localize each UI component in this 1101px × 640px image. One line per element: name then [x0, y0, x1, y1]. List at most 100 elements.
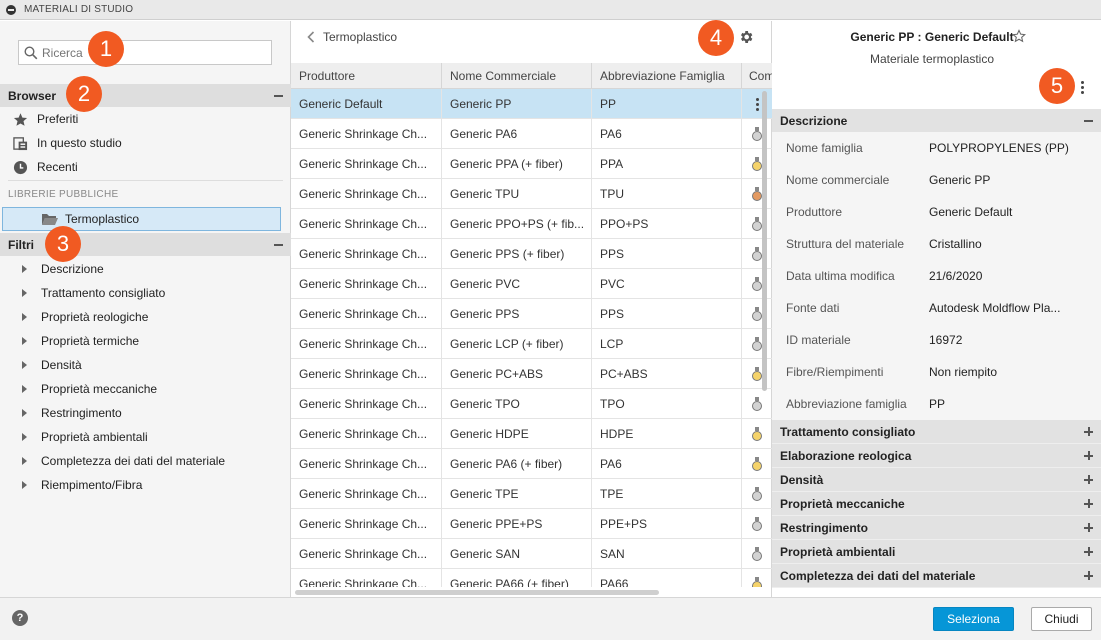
table-row[interactable]: Generic Shrinkage Ch... Generic TPO TPO [291, 389, 772, 419]
property-row: Nome commerciale Generic PP [772, 164, 1101, 196]
cell-produttore: Generic Shrinkage Ch... [291, 149, 442, 179]
favorite-star-icon[interactable] [1011, 29, 1027, 46]
expand-plus-icon[interactable] [1084, 571, 1093, 580]
table-row[interactable]: Generic Shrinkage Ch... Generic HDPE HDPE [291, 419, 772, 449]
browser-item-favorites[interactable]: Preferiti [12, 107, 78, 131]
left-panel: Browser Preferiti In questo studio Recen… [0, 21, 291, 597]
expand-plus-icon[interactable] [1084, 475, 1093, 484]
table-row[interactable]: Generic Shrinkage Ch... Generic SAN SAN [291, 539, 772, 569]
horizontal-scrollbar[interactable] [295, 590, 659, 595]
collapse-icon[interactable] [6, 4, 16, 15]
property-key: Struttura del materiale [786, 237, 905, 251]
filter-item[interactable]: Riempimento/Fibra [0, 473, 291, 497]
expand-plus-icon[interactable] [1084, 427, 1093, 436]
expand-arrow-icon[interactable] [22, 385, 27, 393]
cell-nome-commerciale: Generic PVC [442, 269, 592, 299]
expand-arrow-icon[interactable] [22, 289, 27, 297]
property-row: Abbreviazione famiglia PP [772, 388, 1101, 420]
gear-icon[interactable] [738, 29, 754, 48]
filter-item[interactable]: Proprietà meccaniche [0, 377, 291, 401]
column-header-completezza[interactable]: Com [742, 63, 772, 89]
help-icon[interactable]: ? [12, 610, 28, 626]
table-row[interactable]: Generic Shrinkage Ch... Generic PA66 (+ f… [291, 569, 772, 587]
more-options-icon[interactable] [1081, 81, 1084, 94]
table-row[interactable]: Generic Shrinkage Ch... Generic PVC PVC [291, 269, 772, 299]
filter-item[interactable]: Proprietà termiche [0, 329, 291, 353]
table-row[interactable]: Generic Shrinkage Ch... Generic LCP (+ fi… [291, 329, 772, 359]
column-header-produttore[interactable]: Produttore [291, 63, 442, 89]
browser-item-in-study[interactable]: In questo studio [12, 131, 122, 155]
expand-arrow-icon[interactable] [22, 433, 27, 441]
table-row[interactable]: Generic Shrinkage Ch... Generic TPE TPE [291, 479, 772, 509]
filter-item[interactable]: Completezza dei dati del materiale [0, 449, 291, 473]
expand-arrow-icon[interactable] [22, 361, 27, 369]
filter-label: Restringimento [41, 406, 122, 420]
browser-item-recent[interactable]: Recenti [12, 155, 78, 179]
table-row[interactable]: Generic Shrinkage Ch... Generic TPU TPU [291, 179, 772, 209]
search-input[interactable] [42, 45, 242, 60]
table-row[interactable]: Generic Shrinkage Ch... Generic PPA (+ fi… [291, 149, 772, 179]
search-box[interactable] [18, 40, 272, 65]
breadcrumb[interactable]: Termoplastico [307, 30, 397, 44]
cell-nome-commerciale: Generic PA6 [442, 119, 592, 149]
table-row[interactable]: Generic Shrinkage Ch... Generic PA6 PA6 [291, 119, 772, 149]
section-header-elaborazione[interactable]: Elaborazione reologica [772, 444, 1101, 468]
close-button[interactable]: Chiudi [1031, 607, 1092, 631]
expand-arrow-icon[interactable] [22, 409, 27, 417]
section-header-ambientali[interactable]: Proprietà ambientali [772, 540, 1101, 564]
section-header-densita[interactable]: Densità [772, 468, 1101, 492]
section-title: Elaborazione reologica [780, 448, 912, 463]
section-header-meccaniche[interactable]: Proprietà meccaniche [772, 492, 1101, 516]
cell-completezza [742, 539, 772, 569]
table-row[interactable]: Generic Shrinkage Ch... Generic PC+ABS PC+… [291, 359, 772, 389]
filter-item[interactable]: Densità [0, 353, 291, 377]
table-row[interactable]: Generic Shrinkage Ch... Generic PPS PPS [291, 299, 772, 329]
cell-produttore: Generic Shrinkage Ch... [291, 179, 442, 209]
column-header-abbreviazione[interactable]: Abbreviazione Famiglia [592, 63, 742, 89]
table-row[interactable]: Generic Shrinkage Ch... Generic PPO+PS (+… [291, 209, 772, 239]
section-header-completezza[interactable]: Completezza dei dati del materiale [772, 564, 1101, 588]
section-header-trattamento[interactable]: Trattamento consigliato [772, 420, 1101, 444]
property-value: 16972 [929, 333, 963, 347]
row-more-icon[interactable] [755, 97, 759, 111]
expand-arrow-icon[interactable] [22, 481, 27, 489]
expand-arrow-icon[interactable] [22, 265, 27, 273]
expand-arrow-icon[interactable] [22, 457, 27, 465]
expand-plus-icon[interactable] [1084, 499, 1093, 508]
section-header-restringimento[interactable]: Restringimento [772, 516, 1101, 540]
collapse-minus-icon[interactable] [1084, 119, 1093, 122]
table-row[interactable]: Generic Default Generic PP PP [291, 89, 772, 119]
expand-arrow-icon[interactable] [22, 313, 27, 321]
expand-plus-icon[interactable] [1084, 451, 1093, 460]
collapse-minus-icon[interactable] [274, 243, 283, 246]
filter-item[interactable]: Descrizione [0, 257, 291, 281]
property-value: POLYPROPYLENES (PP) [929, 141, 1069, 155]
cell-abbreviazione: LCP [592, 329, 742, 359]
materials-list-panel: Termoplastico Produttore Nome Commercial… [291, 21, 772, 597]
filter-item[interactable]: Restringimento [0, 401, 291, 425]
cell-nome-commerciale: Generic PPE+PS [442, 509, 592, 539]
column-header-nome[interactable]: Nome Commerciale [442, 63, 592, 89]
description-section-header[interactable]: Descrizione [772, 109, 1101, 132]
table-row[interactable]: Generic Shrinkage Ch... Generic PA6 (+ fi… [291, 449, 772, 479]
collapse-minus-icon[interactable] [274, 94, 283, 97]
filter-item[interactable]: Trattamento consigliato [0, 281, 291, 305]
library-item-termoplastico[interactable]: Termoplastico [2, 207, 281, 231]
vertical-scrollbar[interactable] [762, 91, 767, 391]
filter-item[interactable]: Proprietà reologiche [0, 305, 291, 329]
filters-section-header[interactable]: Filtri [0, 233, 291, 256]
expand-plus-icon[interactable] [1084, 523, 1093, 532]
cell-nome-commerciale: Generic PPS (+ fiber) [442, 239, 592, 269]
browser-section-header[interactable]: Browser [0, 84, 291, 107]
expand-arrow-icon[interactable] [22, 337, 27, 345]
expand-plus-icon[interactable] [1084, 547, 1093, 556]
property-key: Nome famiglia [786, 141, 863, 155]
select-button[interactable]: Seleziona [933, 607, 1014, 631]
chevron-left-icon[interactable] [307, 31, 315, 43]
table-row[interactable]: Generic Shrinkage Ch... Generic PPE+PS PPE… [291, 509, 772, 539]
callout-5: 5 [1039, 68, 1075, 104]
table-row[interactable]: Generic Shrinkage Ch... Generic PPS (+ fi… [291, 239, 772, 269]
property-value: PP [929, 397, 946, 411]
filter-item[interactable]: Proprietà ambientali [0, 425, 291, 449]
cell-nome-commerciale: Generic PA66 (+ fiber) [442, 569, 592, 587]
